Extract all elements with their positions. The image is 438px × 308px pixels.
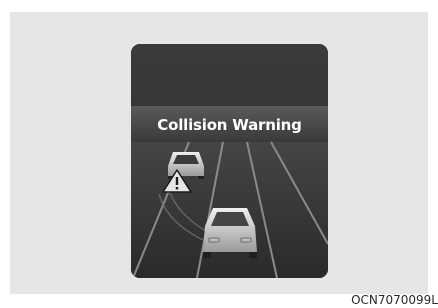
figure-code: OCN7070099L <box>351 293 438 307</box>
ego-car-icon <box>203 208 257 258</box>
collision-warning-message: Collision Warning <box>157 116 302 134</box>
instrument-cluster-display: Collision Warning <box>131 44 328 278</box>
road-scene <box>131 44 328 278</box>
